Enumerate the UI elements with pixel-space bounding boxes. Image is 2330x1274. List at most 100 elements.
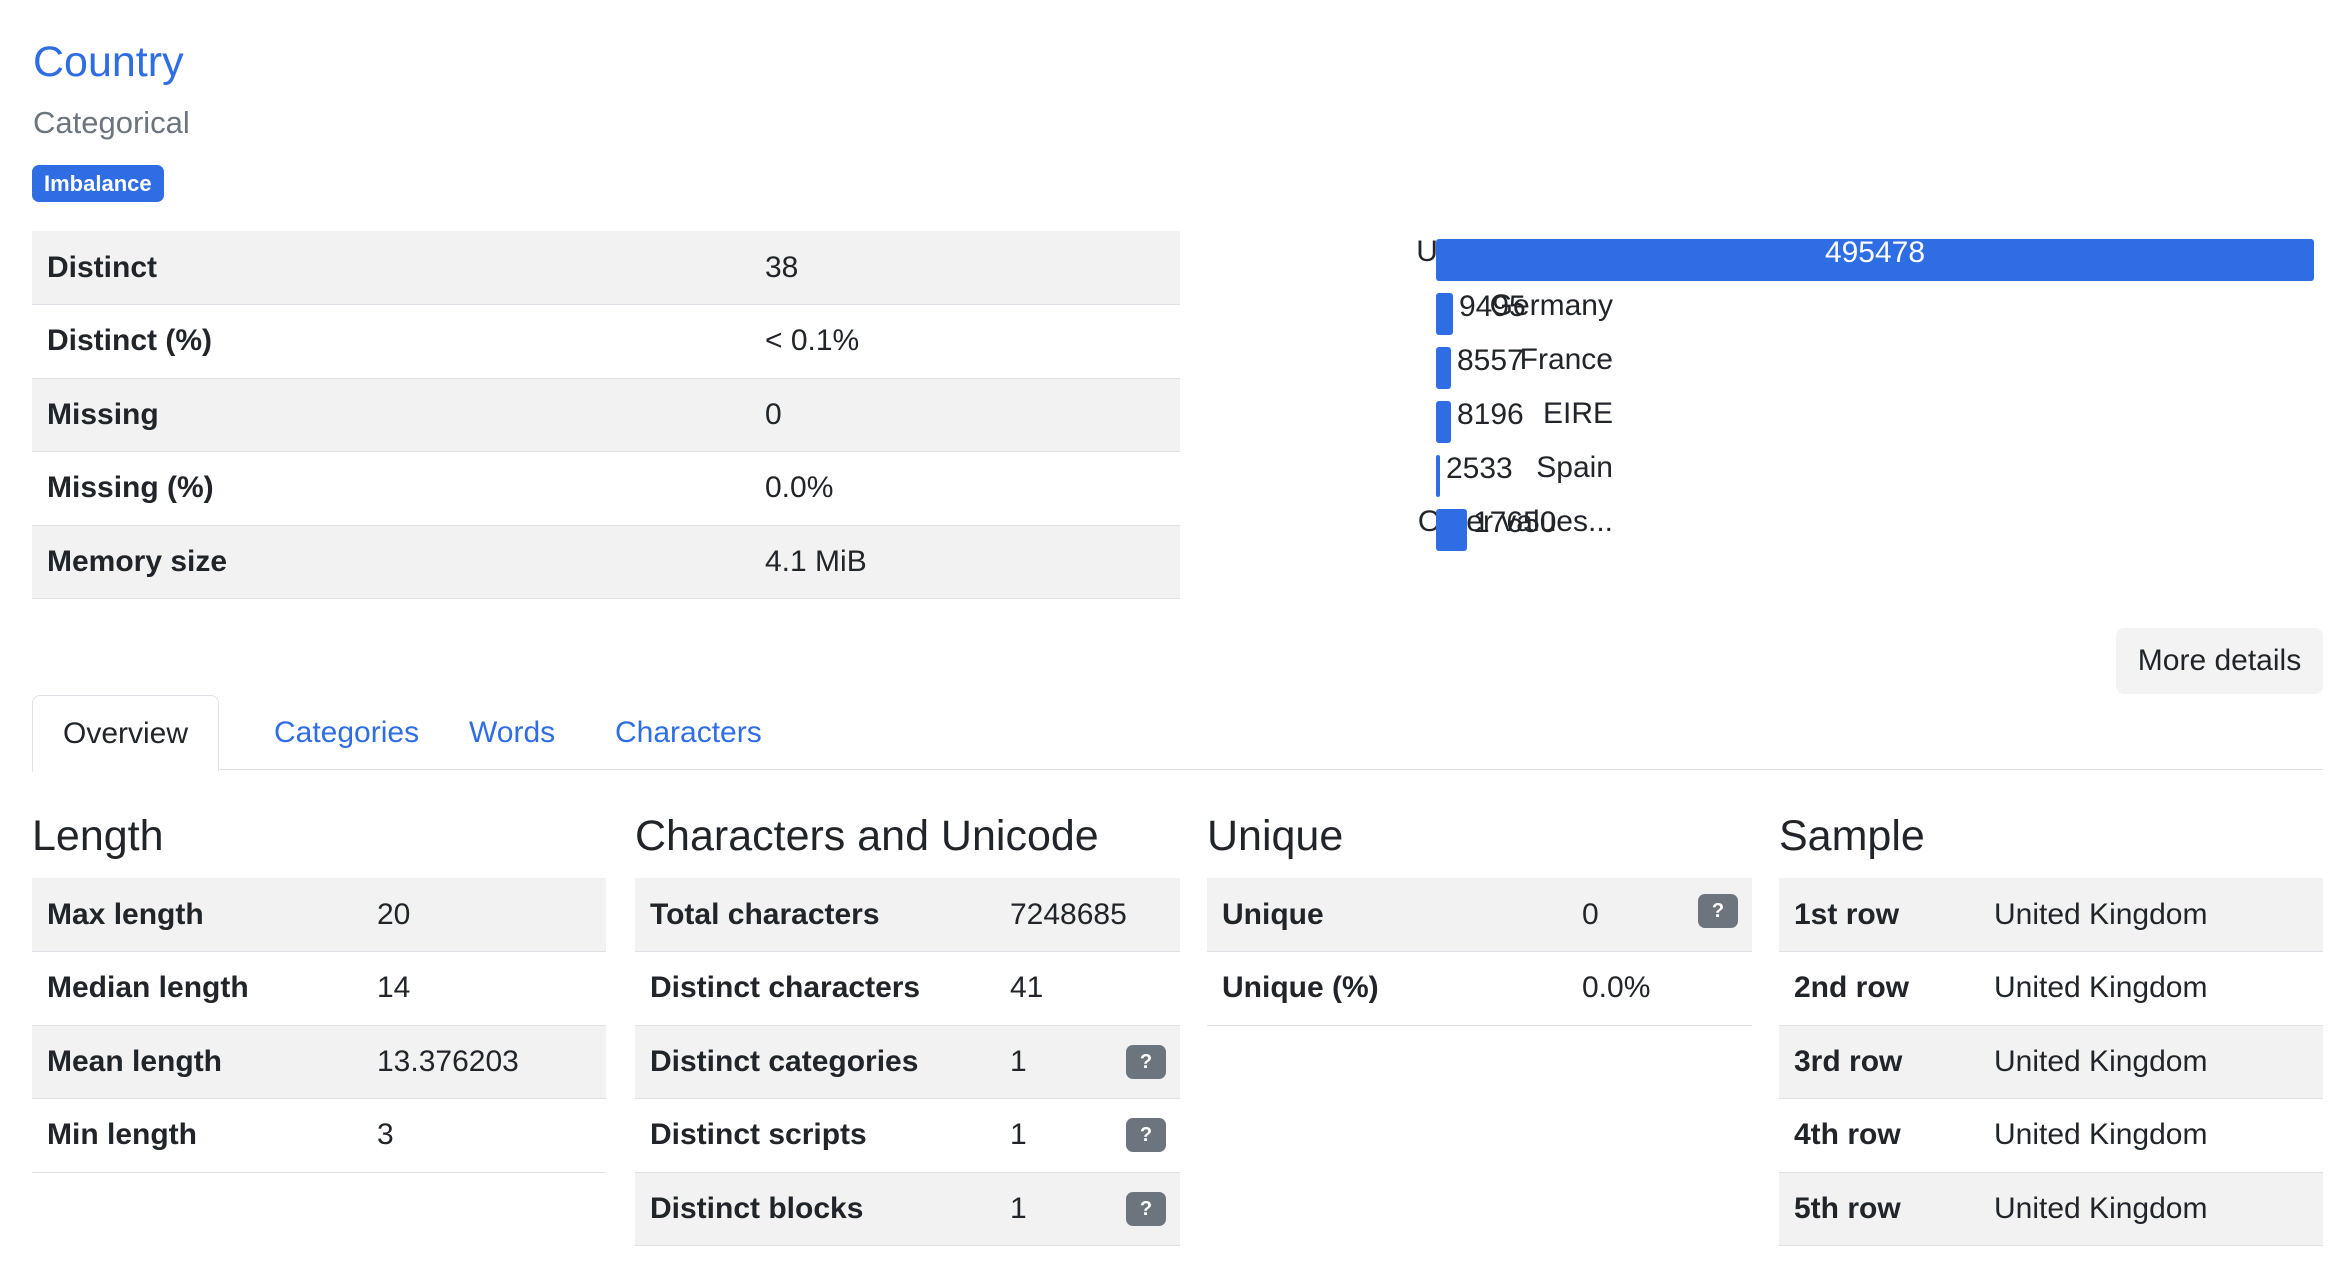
stat-value: 0.0% [750,451,1180,526]
tab-characters[interactable]: Characters [585,695,792,770]
characters-value: 1 [1010,1191,1027,1225]
chart-bar [1436,401,1451,443]
chart-row: EIRE 8196 [1200,387,2330,443]
length-value: 13.376203 [362,1025,606,1099]
characters-value: 41 [995,951,1180,1026]
tab-words[interactable]: Words [439,695,585,770]
table-row: Missing (%) 0.0% [32,451,1180,526]
characters-title: Characters and Unicode [635,812,1099,860]
unique-label: Unique [1207,878,1567,952]
table-row: 4th row United Kingdom [1779,1098,2323,1173]
characters-label: Distinct blocks [635,1172,995,1246]
sample-label: 1st row [1779,878,1979,952]
characters-value: 1 [1010,1118,1027,1152]
sample-label: 5th row [1779,1172,1979,1246]
help-icon[interactable]: ? [1126,1044,1166,1079]
characters-label: Distinct characters [635,951,995,1026]
chart-value-label: 495478 [1824,236,1926,269]
table-row: Distinct scripts 1? [635,1098,1180,1173]
chart-row: Germany 9495 [1200,279,2330,335]
stat-label: Missing (%) [32,451,750,526]
characters-label: Distinct scripts [635,1098,995,1173]
length-value: 20 [362,878,606,952]
unique-title: Unique [1207,812,1344,860]
unique-value: 0 [1582,897,1599,931]
characters-table: Total characters 7248685 Distinct charact… [635,878,1180,1246]
sample-label: 2nd row [1779,951,1979,1026]
table-row: Unique (%) 0.0% [1207,951,1752,1026]
length-value: 14 [362,951,606,1026]
stat-label: Missing [32,378,750,452]
sample-table: 1st row United Kingdom 2nd row United King… [1779,878,2323,1246]
chart-row: United Kingd...495478 [1200,225,2330,281]
chart-row: Spain 2533 [1200,441,2330,497]
chart-category-label: Spain [1536,451,1613,484]
frequency-bar-chart: United Kingd...495478Germany9495France85… [1200,225,2330,565]
table-row: 5th row United Kingdom [1779,1172,2323,1246]
sample-label: 4th row [1779,1098,1979,1173]
stat-value: 4.1 MiB [750,525,1180,599]
unique-table: Unique 0? Unique (%) 0.0% [1207,878,1752,1026]
table-row: Median length 14 [32,951,606,1026]
characters-value: 7248685 [995,878,1180,952]
table-row: Distinct characters 41 [635,951,1180,1026]
characters-label: Distinct categories [635,1025,995,1099]
tab-categories[interactable]: Categories [244,695,449,770]
length-table: Max length 20 Median length 14 Mean length… [32,878,606,1173]
length-title: Length [32,812,164,860]
sample-value: United Kingdom [1979,878,2323,952]
help-icon[interactable]: ? [1698,894,1738,928]
table-row: Distinct blocks 1? [635,1172,1180,1246]
chart-row: France 8557 [1200,333,2330,389]
sample-value: United Kingdom [1979,1172,2323,1246]
variable-title[interactable]: Country [33,38,184,87]
table-row: 3rd row United Kingdom [1779,1025,2323,1099]
table-row: Memory size 4.1 MiB [32,525,1180,599]
table-row: Min length 3 [32,1098,606,1173]
characters-value: 1 [1010,1044,1027,1078]
chart-bar [1436,509,1467,551]
sample-value: United Kingdom [1979,951,2323,1026]
table-row: Unique 0? [1207,878,1752,952]
chart-bar [1436,455,1440,497]
stat-label: Distinct [32,231,750,305]
chart-category-label: France [1519,343,1613,376]
tab-overview[interactable]: Overview [32,695,220,772]
length-label: Min length [32,1098,362,1173]
table-row: Distinct (%) < 0.1% [32,304,1180,379]
variable-panel: Country Categorical Imbalance Distinct 38… [0,0,2330,1274]
table-row: Distinct categories 1? [635,1025,1180,1099]
help-icon[interactable]: ? [1126,1191,1166,1226]
characters-label: Total characters [635,878,995,952]
table-row: Max length 20 [32,878,606,952]
variable-type: Categorical [33,105,190,140]
stat-label: Memory size [32,525,750,599]
table-row: Distinct 38 [32,231,1180,305]
sample-value: United Kingdom [1979,1025,2323,1099]
length-label: Mean length [32,1025,362,1099]
help-icon[interactable]: ? [1126,1118,1166,1153]
chart-bar [1436,293,1453,335]
table-row: 1st row United Kingdom [1779,878,2323,952]
stat-value: < 0.1% [750,304,1180,379]
stat-value: 38 [750,231,1180,305]
sample-value: United Kingdom [1979,1098,2323,1173]
variable-stats-table: Distinct 38 Distinct (%) < 0.1% Missing 0 M… [32,231,1180,599]
chart-category-label: EIRE [1542,397,1613,430]
table-row: Mean length 13.376203 [32,1025,606,1099]
stat-label: Distinct (%) [32,304,750,379]
chart-value-label: 8557 [1457,344,1524,377]
sample-title: Sample [1779,812,1925,860]
chart-value-label: 2533 [1446,452,1513,485]
chart-value-label: 17650 [1473,506,1557,539]
chart-value-label: 8196 [1457,398,1524,431]
length-value: 3 [362,1098,606,1173]
chart-bar [1436,347,1451,389]
table-row: Total characters 7248685 [635,878,1180,952]
more-details-button[interactable]: More details [2116,628,2323,694]
length-label: Max length [32,878,362,952]
unique-label: Unique (%) [1207,951,1567,1026]
table-row: 2nd row United Kingdom [1779,951,2323,1026]
chart-value-label: 9495 [1459,290,1526,323]
sample-label: 3rd row [1779,1025,1979,1099]
